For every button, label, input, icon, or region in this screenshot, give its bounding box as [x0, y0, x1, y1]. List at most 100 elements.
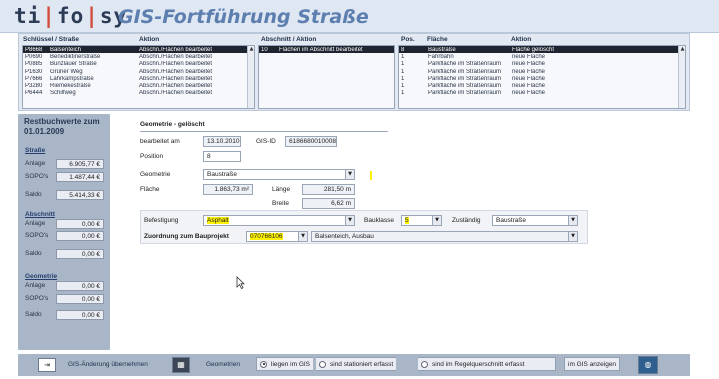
list-cell: 1 [401, 61, 405, 68]
project-name-field[interactable]: Balsenteich, Ausbau ▼ [311, 231, 578, 242]
list-cell: neue Fläche [512, 90, 546, 97]
label-bauklasse: Bauklasse [364, 217, 394, 224]
geometry-select[interactable]: Baustraße ▼ [203, 169, 355, 180]
label-position: Position [140, 153, 164, 160]
app-title: GIS-Fortführung Straße [118, 6, 369, 28]
street-list-scrollbar[interactable]: ▲ [247, 46, 254, 108]
list-cell: neue Fläche [512, 83, 546, 90]
mouse-cursor-icon [236, 276, 245, 289]
width-field[interactable]: 6,62 m [302, 198, 355, 209]
project-number-select[interactable]: 070766106 ▼ [246, 231, 308, 242]
area-row[interactable]: 8 Baustraße Fläche gelöscht [399, 46, 685, 54]
label-bauprojekt: Zuordnung zum Bauprojekt [144, 233, 229, 240]
list-cell: Parkfläche im Straßenraum [428, 61, 502, 68]
area-row[interactable]: 1 Parkfläche im Straßenraum neue Fläche [399, 75, 685, 82]
chevron-down-icon[interactable]: ▼ [298, 232, 307, 241]
strasse-anlage-value: 6.905,77 € [56, 159, 104, 169]
list-cell: Parkfläche im Straßenraum [428, 90, 502, 97]
table-grid-icon[interactable]: ▦ [172, 357, 190, 373]
exit-icon[interactable]: ⇥ [38, 358, 56, 372]
chevron-down-icon[interactable]: ▼ [345, 170, 354, 179]
label-sopo: SOPO's [25, 173, 49, 180]
list-cell: P0885 [25, 61, 43, 68]
radio-icon[interactable] [421, 360, 428, 368]
geometries-label: Geometrien [206, 361, 240, 368]
position-field[interactable]: 8 [203, 151, 241, 162]
label-saldo: Saldo [25, 250, 42, 257]
radio-selected-icon[interactable] [260, 360, 267, 368]
show-in-gis-button[interactable]: im GIS anzeigen [564, 357, 621, 371]
panel-title: Restbuchwerte zum [24, 117, 100, 126]
edited-date-field[interactable]: 13.10.2010 [203, 136, 241, 147]
list-cell: Parkfläche im Straßenraum [428, 68, 502, 75]
area-row[interactable]: 1 Fahrbahn neue Fläche [399, 53, 685, 60]
area-list-scrollbar[interactable]: ▲ [678, 46, 685, 108]
construction-class-select[interactable]: 5 ▼ [401, 215, 442, 226]
selection-lists: Schlüssel / Straße Aktion Abschnitt / Ak… [18, 33, 690, 111]
label-sopo: SOPO's [25, 232, 49, 239]
gis-id-field[interactable]: 6186680010008 [285, 136, 337, 147]
section-row[interactable]: 10 Flächen im Abschnitt bearbeitet [259, 46, 394, 54]
list-cell: Abschn./Flächen bearbeitet [139, 68, 213, 75]
header-action: Aktion [139, 36, 160, 43]
length-field[interactable]: 281,50 m [302, 184, 355, 195]
list-cell: Lahrkampstraße [50, 75, 94, 82]
scroll-up-icon[interactable]: ▲ [679, 46, 685, 52]
list-cell: Bunzlauer Straße [50, 61, 97, 68]
label-breite: Breite [272, 200, 289, 207]
yellow-marker [370, 171, 372, 180]
label-laenge: Länge [272, 186, 291, 193]
street-row[interactable]: P3280 Riemekestraße Abschn./Flächen bearbe… [23, 82, 254, 89]
section-title: Geometrie - gelöscht [140, 121, 205, 128]
geometrie-saldo-value: 0,00 € [56, 310, 104, 320]
street-list[interactable]: P8668 Balsenteich Abschn./Flächen bearbeit… [22, 45, 255, 109]
street-row[interactable]: P0690 Benediktinerstraße Abschn./Flächen b… [23, 53, 254, 60]
option-cross-section[interactable]: sind im Regelquerschnitt erfasst [418, 357, 556, 371]
list-cell: Riemekestraße [50, 83, 91, 90]
list-cell: neue Fläche [512, 61, 546, 68]
list-cell: Benediktinerstraße [50, 53, 101, 60]
responsible-select[interactable]: Baustraße ▼ [492, 215, 578, 226]
section-list[interactable]: 10 Flächen im Abschnitt bearbeitet [258, 45, 395, 109]
area-row[interactable]: 1 Parkfläche im Straßenraum neue Fläche [399, 90, 685, 97]
street-row[interactable]: P7666 Lahrkampstraße Abschn./Flächen bearb… [23, 75, 254, 82]
radio-icon[interactable] [319, 360, 326, 368]
list-cell: 1 [401, 90, 405, 97]
globe-icon[interactable]: ◍ [638, 356, 658, 374]
gis-apply-label[interactable]: GIS-Änderung übernehmen [68, 361, 148, 368]
street-row[interactable]: P1630 Grüner Weg Abschn./Flächen bearbeite… [23, 68, 254, 75]
list-cell: Abschn./Flächen bearbeitet [139, 61, 213, 68]
chevron-down-icon[interactable]: ▼ [568, 216, 577, 225]
section-geometrie: Geometrie [25, 273, 58, 280]
chevron-down-icon[interactable]: ▼ [432, 216, 441, 225]
chevron-down-icon[interactable]: ▼ [345, 216, 354, 225]
list-cell: 1 [401, 68, 405, 75]
area-row[interactable]: 1 Parkfläche im Straßenraum neue Fläche [399, 82, 685, 89]
street-row[interactable]: P6444 Schilfweg Abschn./Flächen bearbeitet [23, 90, 254, 97]
area-list[interactable]: 8 Baustraße Fläche gelöscht 1 Fahrbahn neue F… [398, 45, 686, 109]
street-row[interactable]: P8668 Balsenteich Abschn./Flächen bearbeit… [23, 46, 254, 54]
surface-select[interactable]: Asphalt ▼ [203, 215, 355, 226]
strasse-saldo-value: 5.414,33 € [56, 190, 104, 200]
scroll-up-icon[interactable]: ▲ [248, 46, 254, 52]
label-anlage: Anlage [25, 282, 46, 289]
header-flaeche: Fläche [427, 36, 448, 43]
label-befestigung: Befestigung [144, 217, 179, 224]
abschnitt-sopo-value: 0,00 € [56, 231, 104, 241]
list-cell: P8668 [25, 46, 43, 53]
label-saldo: Saldo [25, 191, 42, 198]
area-row[interactable]: 1 Parkfläche im Straßenraum neue Fläche [399, 61, 685, 68]
list-cell: Abschn./Flächen bearbeitet [139, 75, 213, 82]
chevron-down-icon[interactable]: ▼ [568, 232, 577, 241]
option-stationed[interactable]: sind stationiert erfasst [316, 357, 397, 371]
street-row[interactable]: P0885 Bunzlauer Straße Abschn./Flächen bea… [23, 61, 254, 68]
list-cell: Flächen im Abschnitt bearbeitet [279, 46, 363, 53]
list-cell: P6444 [25, 90, 43, 97]
divider [140, 131, 388, 132]
area-field[interactable]: 1.863,73 m² [203, 184, 253, 195]
label-flaeche: Fläche [140, 186, 160, 193]
option-in-gis[interactable]: liegen im GIS [256, 357, 314, 371]
area-row[interactable]: 1 Parkfläche im Straßenraum neue Fläche [399, 68, 685, 75]
label-saldo: Saldo [25, 311, 42, 318]
label-sopo: SOPO's [25, 295, 49, 302]
